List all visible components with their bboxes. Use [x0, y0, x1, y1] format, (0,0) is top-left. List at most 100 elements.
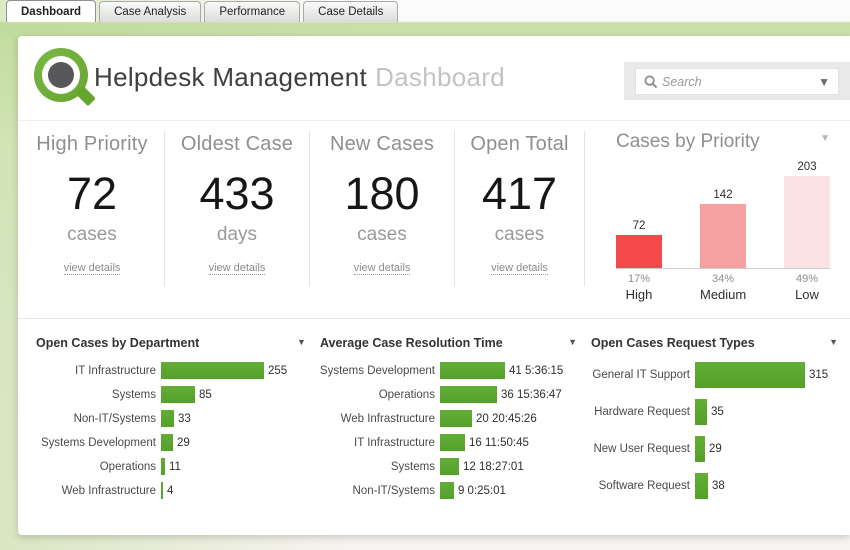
- qlik-logo-icon: [34, 48, 96, 107]
- kpi-new-cases: New Cases 180 cases view details: [310, 131, 455, 286]
- bar-non-it-systems[interactable]: [439, 482, 454, 499]
- tab-performance[interactable]: Performance: [204, 1, 301, 22]
- search-placeholder: Search: [662, 74, 702, 89]
- chart-row: Systems Development 29: [28, 434, 312, 451]
- bar-value-label: 41 5:36:15: [508, 364, 564, 377]
- kpi-label: Oldest Case: [180, 133, 294, 155]
- chart-row: Non-IT/Systems 33: [28, 410, 312, 427]
- chart-rows: Systems Development 41 5:36:15 Operations 3…: [312, 362, 583, 499]
- bar-value-label: 35: [710, 406, 724, 418]
- bar-new-user-request[interactable]: [694, 436, 705, 462]
- view-details-link[interactable]: view details: [208, 262, 266, 275]
- kpi-oldest-case: Oldest Case 433 days view details: [165, 131, 310, 286]
- bar-value-label: 38: [711, 480, 725, 492]
- priority-bar-low[interactable]: [784, 176, 830, 268]
- priority-bars-plot: 72 142 203: [616, 161, 830, 269]
- bar-systems-development[interactable]: [439, 362, 505, 379]
- search-input[interactable]: Search ▼: [635, 68, 839, 95]
- bar-web-infrastructure[interactable]: [439, 410, 472, 427]
- bar-it-infrastructure[interactable]: [439, 434, 465, 451]
- bar-value-label: 4: [167, 484, 174, 497]
- chart-menu-caret-icon[interactable]: ▼: [568, 337, 577, 347]
- kpi-unit: cases: [67, 224, 117, 245]
- kpi-value: 180: [344, 168, 420, 219]
- bar-systems[interactable]: [439, 458, 459, 475]
- search-icon: [644, 75, 658, 88]
- kpi-value: 433: [199, 168, 275, 219]
- bar-category-label: Web Infrastructure: [61, 484, 156, 497]
- kpi-high-priority: High Priority 72 cases view details: [20, 131, 165, 286]
- bar-value-label: 16 11:50:45: [468, 436, 529, 449]
- bar-category-label: New User Request: [593, 443, 690, 455]
- kpi-unit: days: [216, 224, 258, 245]
- kpi-value: 417: [481, 168, 558, 219]
- chart-row: IT Infrastructure 16 11:50:45: [312, 434, 583, 451]
- chart-title: Cases by Priority: [616, 131, 760, 152]
- kpi-unit: cases: [494, 224, 545, 245]
- bar-value-label: 29: [177, 436, 190, 449]
- chart-row: General IT Support 315: [583, 362, 850, 388]
- bar-value-label: 11: [169, 460, 181, 473]
- chart-open-cases-by-department: Open Cases by Department ▼ IT Infrastruc…: [28, 336, 312, 510]
- chart-row: Web Infrastructure 4: [28, 482, 312, 499]
- bar-systems-development[interactable]: [161, 434, 173, 451]
- chart-menu-caret-icon[interactable]: ▼: [297, 337, 306, 347]
- bar-value-label: 142: [713, 189, 733, 201]
- chart-menu-caret-icon[interactable]: ▼: [820, 133, 830, 144]
- bar-it-infrastructure[interactable]: [161, 362, 264, 379]
- bar-percent-label: 34%: [711, 273, 735, 285]
- bar-non-it-systems[interactable]: [161, 410, 174, 427]
- bottom-charts-row: Open Cases by Department ▼ IT Infrastruc…: [28, 336, 850, 510]
- bar-category-label: Systems Development: [40, 436, 156, 449]
- chart-rows: IT Infrastructure 255 Systems 85 Non-IT/Syst…: [28, 362, 312, 499]
- bar-hardware-request[interactable]: [694, 399, 707, 425]
- kpi-label: New Cases: [329, 133, 435, 155]
- bar-value-label: 29: [708, 443, 722, 455]
- view-details-link[interactable]: view details: [353, 262, 411, 275]
- bar-category-label: Operations: [378, 388, 435, 401]
- bar-value-label: 33: [178, 412, 191, 425]
- kpi-value: 72: [66, 168, 118, 219]
- bar-value-label: 315: [808, 369, 829, 381]
- chart-title: Average Case Resolution Time: [319, 336, 503, 350]
- chart-average-case-resolution-time: Average Case Resolution Time ▼ Systems D…: [312, 336, 583, 510]
- tab-dashboard[interactable]: Dashboard: [6, 0, 97, 22]
- bar-category-label: General IT Support: [592, 369, 690, 381]
- chart-row: Operations 36 15:36:47: [312, 386, 583, 403]
- view-details-link[interactable]: view details: [491, 262, 548, 275]
- chart-menu-caret-icon[interactable]: ▼: [829, 337, 838, 347]
- tab-case-details[interactable]: Case Details: [303, 1, 399, 22]
- dashboard-sheet: Helpdesk Management Dashboard Search ▼ Hi…: [18, 36, 850, 535]
- bar-category-label: Systems Development: [319, 364, 435, 377]
- tab-case-analysis[interactable]: Case Analysis: [99, 1, 202, 22]
- bar-software-request[interactable]: [694, 473, 708, 499]
- bar-operations[interactable]: [439, 386, 497, 403]
- kpi-label: High Priority: [36, 133, 148, 155]
- bar-general-it-support[interactable]: [694, 362, 805, 388]
- section-divider: [18, 318, 850, 319]
- kpi-open-total: Open Total 417 cases view details: [455, 131, 585, 286]
- bar-value-label: 85: [199, 388, 212, 401]
- priority-bar-high[interactable]: [616, 235, 662, 268]
- chart-row: IT Infrastructure 255: [28, 362, 312, 379]
- bar-value-label: 255: [268, 364, 288, 377]
- kpi-row: High Priority 72 cases view details Olde…: [20, 131, 585, 286]
- chart-rows: General IT Support 315 Hardware Request 35 N…: [583, 362, 850, 499]
- bar-value-label: 20 20:45:26: [475, 412, 537, 425]
- bar-category-label: Non-IT/Systems: [73, 412, 156, 425]
- bar-systems[interactable]: [161, 386, 195, 403]
- chart-row: Systems 12 18:27:01: [312, 458, 583, 475]
- priority-bar-medium[interactable]: [700, 204, 746, 268]
- chart-row: Software Request 38: [583, 473, 850, 499]
- bar-operations[interactable]: [161, 458, 165, 475]
- app-title: Helpdesk Management: [94, 62, 368, 92]
- search-dropdown-icon[interactable]: ▼: [818, 75, 830, 89]
- bar-category-label: Systems: [390, 460, 435, 473]
- chart-title: Open Cases Request Types: [590, 336, 755, 350]
- priority-axis-labels: 17% High 34% Medium 49% Low: [616, 273, 830, 302]
- chart-row: Hardware Request 35: [583, 399, 850, 425]
- bar-category-label: Operations: [99, 460, 156, 473]
- bar-category-label: Web Infrastructure: [340, 412, 435, 425]
- bar-web-infrastructure[interactable]: [161, 482, 163, 499]
- view-details-link[interactable]: view details: [63, 262, 121, 275]
